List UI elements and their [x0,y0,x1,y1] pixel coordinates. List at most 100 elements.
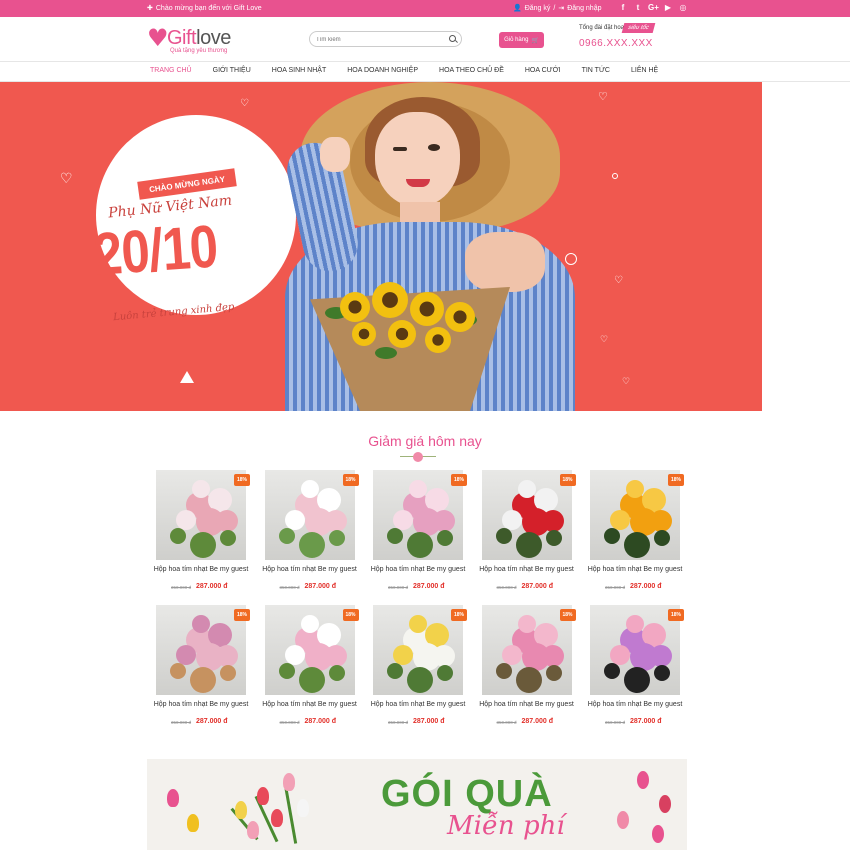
product-name[interactable]: Hộp hoa tím nhạt Be my guest [581,701,689,708]
google-plus-icon[interactable]: G+ [648,3,659,12]
product-name[interactable]: Hộp hoa tím nhạt Be my guest [581,566,689,573]
product-name[interactable]: Hộp hoa tím nhạt Be my guest [147,566,255,573]
product-name[interactable]: Hộp hoa tím nhạt Be my guest [147,701,255,708]
promo-title: GÓI QUÀ [381,773,553,815]
product-card[interactable]: 18% Hộp hoa tím nhạt Be my guest 350.000 đ… [364,605,472,735]
hotline-badge: siêu tốc [621,23,656,33]
discount-badge: 18% [559,474,576,486]
discount-badge: 18% [342,609,359,621]
product-old-price: 350.000 đ [171,720,192,725]
heart-icon: ♡ [622,376,631,386]
promo-banner[interactable]: GÓI QUÀ Miễn phí [147,759,687,850]
tulip-icon [271,809,283,827]
twitter-icon[interactable]: t [633,3,643,12]
site-logo[interactable]: ♥ Giftlove Quà tặng yêu thương [147,24,247,58]
section-title: Giảm giá hôm nay [368,433,482,449]
search-icon[interactable] [449,35,456,42]
search-box [309,31,462,47]
product-image[interactable] [590,605,680,695]
product-name[interactable]: Hộp hoa tím nhạt Be my guest [364,566,472,573]
hotline-number[interactable]: 0966.XXX.XXX [579,38,653,49]
product-price: 287.000 đ [521,583,554,590]
nav-item-about[interactable]: GIỚI THIỆU [213,67,251,74]
product-image[interactable] [590,470,680,560]
rose-icon [617,811,629,829]
product-old-price: 350.000 đ [171,585,192,590]
discount-badge: 18% [668,474,684,486]
product-image[interactable] [156,470,246,560]
tulip-icon [235,801,247,819]
product-price: 287.000 đ [304,718,337,725]
product-card[interactable]: 18% Hộp hoa tím nhạt Be my guest 350.000 đ… [473,605,581,735]
banner-date: 20/10 [91,212,220,288]
product-image[interactable] [373,605,463,695]
instagram-icon[interactable]: ◎ [678,3,688,12]
nav-item-home[interactable]: TRANG CHỦ [150,67,192,74]
product-name[interactable]: Hộp hoa tím nhạt Be my guest [473,701,581,708]
product-card[interactable]: 18% Hộp hoa tím nhạt Be my guest 350.000 đ… [256,470,364,600]
cart-button[interactable]: Giỏ hàng 🛒 [499,32,544,48]
nav-item-contact[interactable]: LIÊN HỆ [631,67,658,74]
heart-icon: ♡ [600,334,609,344]
discount-badge: 18% [559,609,576,621]
product-old-price: 350.000 đ [388,585,409,590]
product-price: 287.000 đ [413,583,445,590]
welcome-message: ✚ Chào mừng bạn đến với Gift Love [147,4,262,13]
user-icon: 👤 [513,5,522,12]
logo-tagline: Quà tặng yêu thương [170,48,228,54]
nav-item-news[interactable]: TIN TỨC [582,67,610,74]
facebook-icon[interactable]: f [618,3,628,12]
product-price: 287.000 đ [304,583,337,590]
product-name[interactable]: Hộp hoa tím nhạt Be my guest [473,566,581,573]
discount-badge: 18% [451,609,467,621]
hero-banner[interactable]: CHÀO MỪNG NGÀY Phụ Nữ Việt Nam 20/10 Luô… [0,82,762,411]
product-image[interactable] [481,605,572,695]
nav-item-birthday-flowers[interactable]: HOA SINH NHẬT [272,67,326,74]
login-icon: ⇥ [558,5,565,12]
triangle-decoration-icon [180,371,194,383]
heart-logo-icon: ♥ [147,24,169,52]
discount-badge: 18% [451,474,467,486]
product-old-price: 350.000 đ [388,720,409,725]
tulip-icon [257,787,269,805]
product-card[interactable]: 18% Hộp hoa tím nhạt Be my guest 350.000 đ… [256,605,364,735]
product-card[interactable]: 18% Hộp hoa tím nhạt Be my guest 350.000 đ… [147,605,255,735]
tulip-icon [187,814,199,832]
product-name[interactable]: Hộp hoa tím nhạt Be my guest [256,701,364,708]
heart-icon: ♡ [598,91,608,103]
product-old-price: 350.000 đ [605,585,626,590]
discount-badge: 18% [668,609,684,621]
nav-item-theme-flowers[interactable]: HOA THEO CHỦ ĐỀ [439,67,504,74]
product-image[interactable] [264,470,355,560]
flower-divider-icon [400,451,436,463]
product-old-price: 350.000 đ [279,585,300,590]
rose-icon [652,825,664,843]
product-card[interactable]: 18% Hộp hoa tím nhạt Be my guest 350.000 đ… [581,605,689,735]
auth-links: 👤 Đăng ký / ⇥ Đăng nhập [513,4,602,13]
product-price: 287.000 đ [196,718,228,725]
product-image[interactable] [373,470,463,560]
product-card[interactable]: 18% Hộp hoa tím nhạt Be my guest 350.000 đ… [473,470,581,600]
login-link[interactable]: Đăng nhập [567,5,601,12]
product-card[interactable]: 18% Hộp hoa tím nhạt Be my guest 350.000 đ… [147,470,255,600]
heart-icon: ♡ [60,170,73,186]
product-image[interactable] [156,605,246,695]
rose-icon [659,795,671,813]
heart-icon: ♡ [614,275,623,286]
product-image[interactable] [264,605,355,695]
register-link[interactable]: Đăng ký [525,5,551,12]
discount-badge: 18% [234,609,250,621]
banner-model-image [280,82,580,411]
product-name[interactable]: Hộp hoa tím nhạt Be my guest [256,566,364,573]
product-price: 287.000 đ [630,583,662,590]
top-bar: ✚ Chào mừng bạn đến với Gift Love 👤 Đăng… [0,0,850,17]
nav-item-business-flowers[interactable]: HOA DOANH NGHIỆP [347,67,418,74]
product-image[interactable] [481,470,572,560]
youtube-icon[interactable]: ▶ [663,3,673,12]
search-input[interactable] [316,34,446,45]
nav-item-wedding-flowers[interactable]: HOA CƯỚI [525,67,561,74]
promo-subtitle: Miễn phí [447,811,565,841]
product-card[interactable]: 18% Hộp hoa tím nhạt Be my guest 350.000 đ… [364,470,472,600]
product-card[interactable]: 18% Hộp hoa tím nhạt Be my guest 350.000 đ… [581,470,689,600]
product-name[interactable]: Hộp hoa tím nhạt Be my guest [364,701,472,708]
